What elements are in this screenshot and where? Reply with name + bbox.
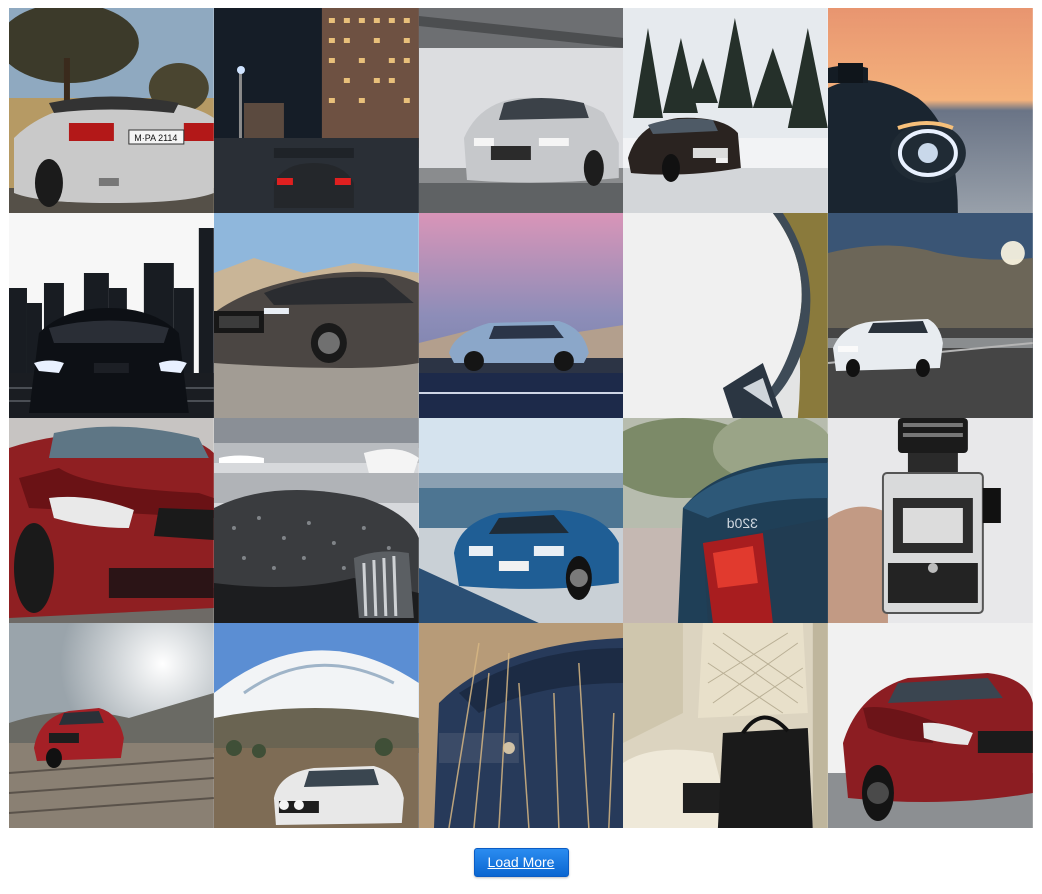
gallery-image[interactable]: [9, 213, 214, 418]
load-more-container: Load More: [0, 848, 1042, 877]
gallery-image[interactable]: [9, 418, 214, 623]
gallery-image[interactable]: [213, 213, 419, 418]
gallery-image[interactable]: 320d: [623, 418, 829, 623]
gallery-image[interactable]: M·PA 2114: [9, 8, 214, 213]
gallery-image[interactable]: [623, 213, 829, 418]
gallery-image[interactable]: [418, 8, 624, 213]
gallery-image[interactable]: [828, 8, 1033, 213]
gallery-image[interactable]: [828, 418, 1033, 623]
gallery-image[interactable]: [418, 418, 624, 623]
gallery-image[interactable]: [9, 623, 214, 828]
gallery-image[interactable]: [623, 8, 829, 213]
load-more-button[interactable]: Load More: [473, 848, 569, 877]
gallery-image[interactable]: [828, 623, 1033, 828]
gallery-image[interactable]: [418, 623, 624, 828]
license-plate-text: M·PA 2114: [134, 133, 177, 143]
gallery-image[interactable]: [213, 623, 419, 828]
gallery-image[interactable]: [418, 213, 624, 418]
gallery-image[interactable]: [828, 213, 1033, 418]
gallery-image[interactable]: [623, 623, 829, 828]
model-badge-text: 320d: [727, 515, 758, 531]
gallery-image[interactable]: [213, 8, 419, 213]
photo-gallery: M·PA 2114 320d: [9, 8, 1033, 828]
gallery-image[interactable]: [213, 418, 419, 623]
